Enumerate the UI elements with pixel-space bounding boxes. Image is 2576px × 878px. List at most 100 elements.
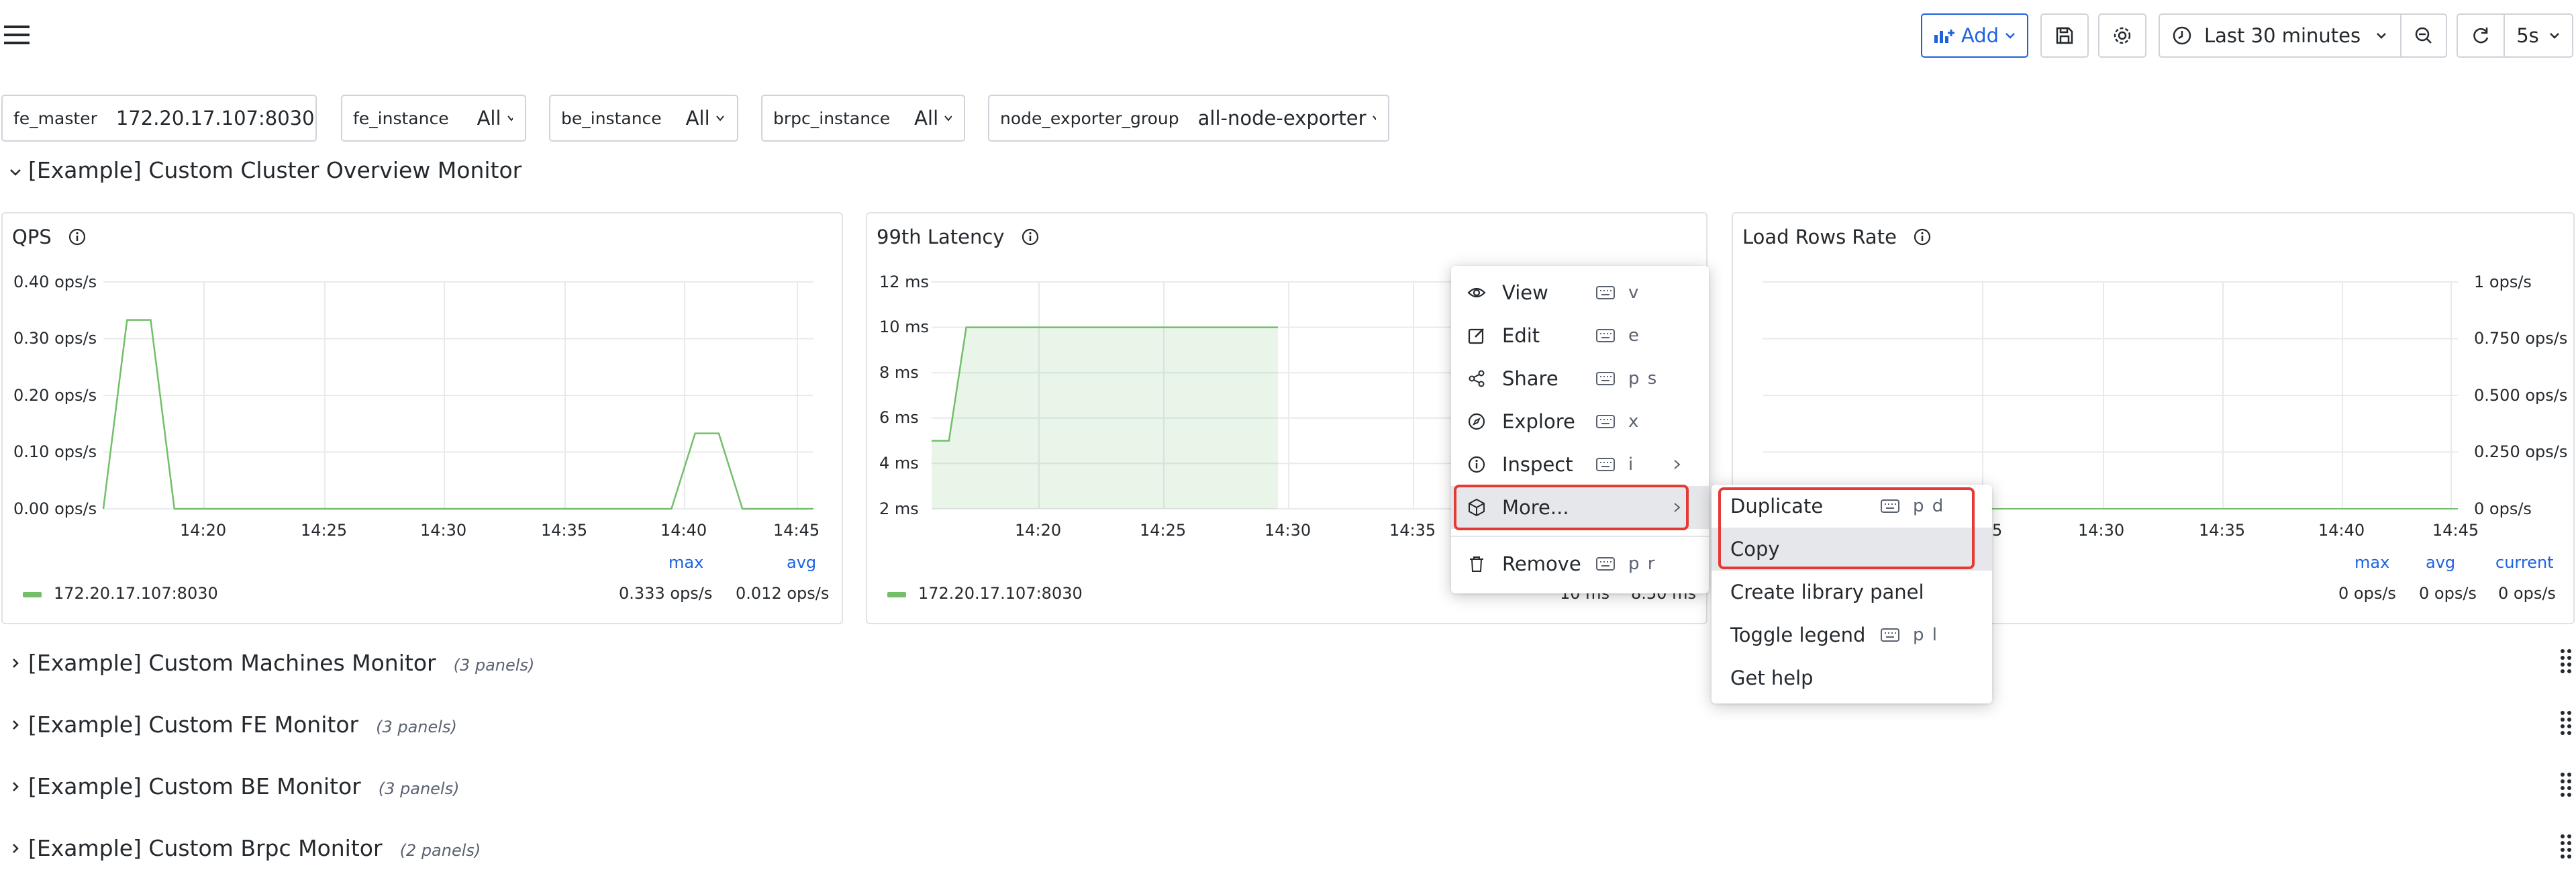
add-button[interactable]: Add — [1921, 13, 2028, 58]
menu-toggle-button[interactable] — [4, 24, 31, 46]
menu-item-shortcut: v — [1628, 283, 1640, 303]
save-icon — [2056, 27, 2073, 44]
refresh-icon — [2473, 28, 2489, 44]
dashboard-settings-button[interactable] — [2098, 13, 2146, 58]
refresh-interval-picker[interactable]: 5s — [2504, 13, 2573, 58]
row-title: [Example] Custom Brpc Monitor — [28, 835, 383, 861]
chevron-right-icon — [13, 720, 19, 730]
menu-item-label: Explore — [1502, 410, 1575, 433]
variable-fe-instance[interactable]: fe_instance All — [341, 95, 526, 142]
variable-brpc-instance[interactable]: brpc_instance All — [761, 95, 965, 142]
qps-chart-plot[interactable] — [3, 213, 844, 626]
variable-label: node_exporter_group — [1000, 108, 1179, 128]
menu-item-label: View — [1502, 281, 1548, 304]
menu-item-view[interactable]: View v — [1451, 271, 1709, 314]
menu-item-label: Remove — [1502, 552, 1581, 575]
row-panel-count: (3 panels) — [453, 656, 535, 675]
x-tick: 5 — [1992, 521, 2003, 540]
submenu-item-toggle-legend[interactable]: Toggle legend p l — [1712, 614, 1992, 656]
drag-handle-icon[interactable] — [2560, 772, 2573, 799]
add-button-label: Add — [1961, 24, 1999, 47]
y-tick: 6 ms — [879, 408, 919, 427]
chevron-down-icon — [10, 168, 21, 176]
x-tick: 14:40 — [2318, 521, 2365, 540]
y-tick: 2 ms — [879, 499, 919, 518]
edit-icon — [1468, 328, 1484, 344]
refresh-button[interactable] — [2457, 13, 2505, 58]
chevron-right-icon — [13, 843, 19, 853]
row-header-be[interactable]: [Example] Custom BE Monitor (3 panels) — [9, 773, 459, 799]
drag-handle-icon[interactable] — [2560, 648, 2573, 675]
submenu-item-create-library-panel[interactable]: Create library panel — [1712, 571, 1992, 614]
highlight-more-item — [1454, 485, 1689, 530]
submenu-item-get-help[interactable]: Get help — [1712, 656, 1992, 699]
variable-label: fe_instance — [353, 108, 449, 128]
variable-fe-master[interactable]: fe_master 172.20.17.107:8030 — [1, 95, 317, 142]
menu-item-label: Share — [1502, 367, 1558, 390]
menu-item-label: Get help — [1730, 667, 1814, 689]
legend-header-avg[interactable]: avg — [2426, 553, 2455, 572]
variable-be-instance[interactable]: be_instance All — [549, 95, 738, 142]
row-header-machines[interactable]: [Example] Custom Machines Monitor (3 pan… — [9, 650, 534, 676]
legend-swatch — [887, 592, 906, 597]
add-panel-icon — [1934, 30, 1954, 43]
legend-swatch — [23, 592, 42, 597]
series-area — [932, 327, 1278, 509]
row-panel-count: (3 panels) — [378, 779, 460, 798]
drag-handle-icon[interactable] — [2560, 834, 2573, 861]
refresh-interval-label: 5s — [2516, 24, 2539, 47]
variable-label: fe_master — [13, 108, 97, 128]
legend-header-max[interactable]: max — [2355, 553, 2389, 572]
row-header-brpc[interactable]: [Example] Custom Brpc Monitor (2 panels) — [9, 835, 481, 861]
menu-divider — [1451, 536, 1709, 537]
x-tick: 14:35 — [2199, 521, 2246, 540]
x-tick: 14:45 — [2432, 521, 2479, 540]
panel-qps[interactable]: QPS 0.40 ops/s 0.30 ops/s 0.20 ops/s 0.1… — [1, 212, 843, 624]
chevron-down-icon — [715, 115, 724, 121]
variable-label: brpc_instance — [773, 108, 891, 128]
legend-header-max[interactable]: max — [668, 553, 703, 572]
keyboard-icon — [1596, 458, 1615, 471]
variable-node-exporter-group[interactable]: node_exporter_group all-node-exporter — [988, 95, 1389, 142]
legend-value-avg: 0.012 ops/s — [736, 584, 830, 603]
menu-item-shortcut: e — [1628, 326, 1640, 346]
x-tick: 14:35 — [1389, 521, 1436, 540]
save-dashboard-button[interactable] — [2040, 13, 2089, 58]
chevron-down-icon — [2377, 33, 2387, 39]
chevron-right-icon — [1674, 460, 1681, 469]
x-tick: 14:20 — [180, 521, 227, 540]
legend-series-name[interactable]: 172.20.17.107:8030 — [918, 584, 1083, 603]
time-range-picker[interactable]: Last 30 minutes — [2159, 13, 2401, 58]
share-icon — [1469, 370, 1485, 387]
y-tick: 0.10 ops/s — [13, 442, 97, 461]
variable-label: be_instance — [561, 108, 662, 128]
variable-value: All — [477, 107, 501, 130]
x-tick: 14:25 — [1140, 521, 1187, 540]
menu-item-remove[interactable]: Remove p r — [1451, 542, 1709, 585]
gear-icon — [2114, 27, 2131, 44]
row-header-cluster-overview[interactable]: [Example] Custom Cluster Overview Monito… — [9, 157, 522, 183]
compass-icon — [1468, 413, 1485, 430]
legend-series-name[interactable]: 172.20.17.107:8030 — [54, 584, 218, 603]
y-tick: 1 ops/s — [2474, 273, 2532, 291]
chevron-down-icon — [1372, 115, 1376, 121]
x-tick: 14:45 — [773, 521, 820, 540]
row-header-fe[interactable]: [Example] Custom FE Monitor (3 panels) — [9, 712, 457, 738]
menu-item-inspect[interactable]: Inspect i — [1451, 443, 1709, 486]
legend-header-current[interactable]: current — [2495, 553, 2554, 572]
legend-header-avg[interactable]: avg — [787, 553, 816, 572]
series-line — [102, 319, 813, 510]
menu-item-explore[interactable]: Explore x — [1451, 400, 1709, 443]
zoom-out-button[interactable] — [2400, 13, 2447, 58]
chevron-right-icon — [13, 658, 19, 668]
drag-handle-icon[interactable] — [2560, 710, 2573, 737]
keyboard-icon — [1596, 286, 1615, 299]
menu-item-edit[interactable]: Edit e — [1451, 314, 1709, 357]
variable-value: all-node-exporter — [1197, 107, 1367, 130]
y-tick: 12 ms — [879, 273, 930, 291]
clock-icon — [2173, 26, 2191, 45]
menu-item-label: Toggle legend — [1730, 624, 1866, 646]
time-range-label: Last 30 minutes — [2204, 24, 2361, 47]
menu-item-share[interactable]: Share p s — [1451, 357, 1709, 400]
eye-icon — [1467, 287, 1486, 298]
